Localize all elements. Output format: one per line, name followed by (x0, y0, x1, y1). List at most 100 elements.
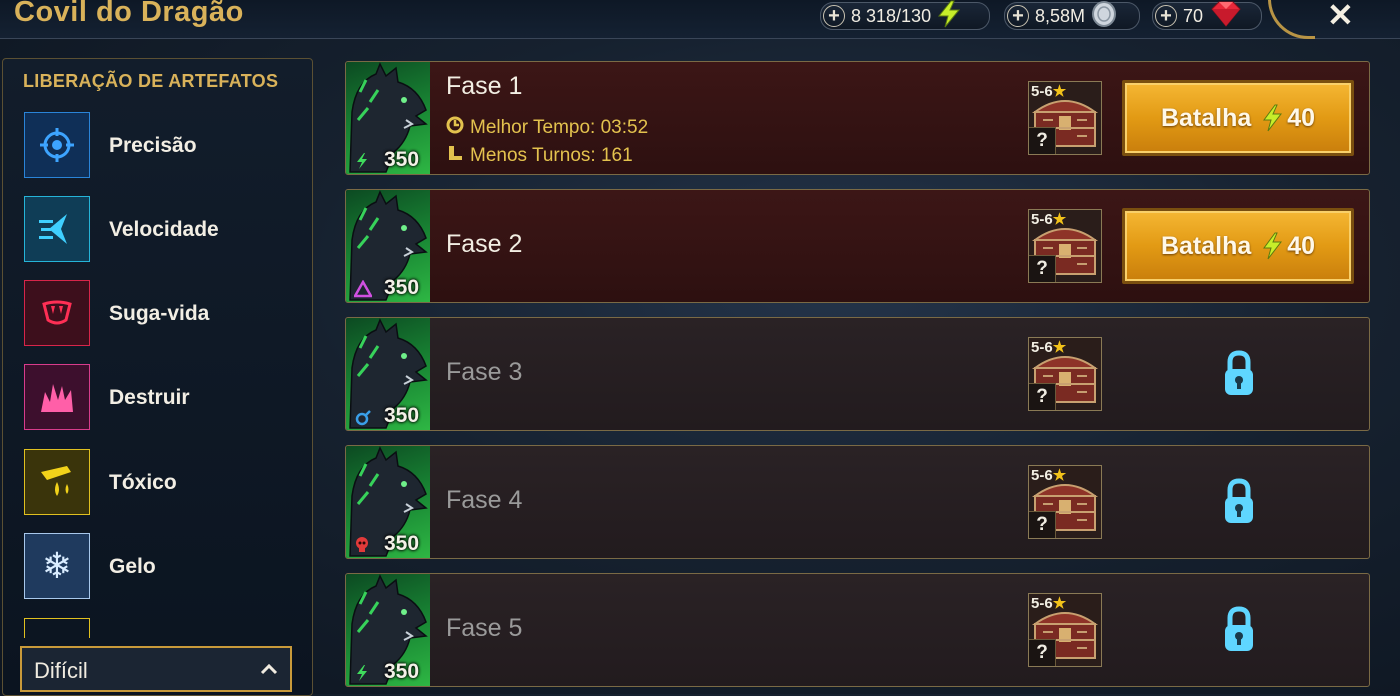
lock-icon (1222, 350, 1256, 403)
top-bar: Covil do Dragão + 8 318/130 + 8,58M + 70… (0, 0, 1400, 39)
force-icon (354, 408, 372, 430)
stage-row[interactable]: 350 Fase 1 Melhor Tempo: 03:52 Menos Tur… (345, 61, 1370, 175)
sidebar-item-label: Destruir (109, 386, 190, 409)
add-silver-button[interactable]: + (1007, 5, 1029, 27)
page-title: Covil do Dragão (14, 0, 244, 28)
add-gems-button[interactable]: + (1155, 5, 1177, 27)
reward-unknown: ? (1029, 511, 1056, 538)
reward-unknown: ? (1029, 255, 1056, 282)
chevron-up-icon (260, 658, 278, 685)
stage-power: 350 (384, 404, 420, 427)
stage-row[interactable]: 350 Fase 5 5-6★ ? (345, 573, 1370, 687)
best-time: Melhor Tempo: 03:52 (446, 116, 648, 140)
reward-chest[interactable]: 5-6★ ? (1028, 593, 1102, 667)
reward-stars: 5-6★ (1031, 211, 1067, 228)
reward-unknown: ? (1029, 383, 1056, 410)
stage-row[interactable]: 350 Fase 2 5-6★ ? Batalha 40 (345, 189, 1370, 303)
reward-stars: 5-6★ (1031, 595, 1067, 612)
sidebar-item-velocidade[interactable]: Velocidade (24, 196, 304, 264)
stage-power: 350 (384, 148, 420, 171)
ruby-icon (1208, 0, 1244, 33)
lifesteal-icon (24, 280, 90, 346)
energy-icon (936, 0, 962, 33)
close-icon[interactable]: ✕ (1327, 0, 1354, 34)
magic-bolt-icon (354, 152, 370, 174)
sidebar-item-label: Tóxico (109, 471, 177, 494)
star-icon: ★ (1052, 339, 1067, 356)
snowflake-icon: ❄ (24, 533, 90, 599)
fewest-turns-text: Menos Turnos: 161 (470, 145, 633, 166)
stage-name: Fase 5 (446, 614, 523, 642)
energy-value: 8 318/130 (851, 5, 932, 26)
fewest-turns: Menos Turnos: 161 (446, 144, 633, 168)
decorative-arc (1268, 0, 1315, 39)
dragon-portrait: 350 (346, 574, 430, 686)
magic-bolt-icon (354, 664, 370, 686)
skull-icon (354, 536, 370, 558)
sidebar-item-label: Gelo (109, 555, 156, 578)
star-icon: ★ (1052, 467, 1067, 484)
reward-unknown: ? (1029, 639, 1056, 666)
battle-label: Batalha (1160, 103, 1252, 132)
reward-unknown: ? (1029, 127, 1056, 154)
sidebar-item-label: Precisão (109, 134, 197, 157)
stage-name: Fase 4 (446, 486, 523, 514)
energy-icon (1261, 104, 1283, 132)
clock-icon (446, 116, 470, 140)
sidebar-item-label: Velocidade (109, 218, 219, 241)
battle-button[interactable]: Batalha 40 (1122, 208, 1354, 284)
energy-counter[interactable]: + 8 318/130 (820, 0, 990, 33)
sidebar-item-toxico[interactable]: Tóxico (24, 449, 304, 517)
lock-icon (1222, 606, 1256, 659)
reward-chest[interactable]: 5-6★ ? (1028, 209, 1102, 283)
gem-value: 70 (1183, 5, 1204, 26)
reward-chest[interactable]: 5-6★ ? (1028, 465, 1102, 539)
reward-stars: 5-6★ (1031, 467, 1067, 484)
battle-cost: 40 (1287, 231, 1316, 260)
dragon-portrait: 350 (346, 318, 430, 430)
crosshair-icon (24, 112, 90, 178)
stage-power: 350 (384, 660, 420, 683)
sidebar-item-precisao[interactable]: Precisão (24, 112, 304, 180)
star-icon: ★ (1052, 83, 1067, 100)
triangle-icon (352, 279, 374, 302)
sidebar-item-suga-vida[interactable]: Suga-vida (24, 280, 304, 348)
reward-stars: 5-6★ (1031, 339, 1067, 356)
silver-counter[interactable]: + 8,58M (1004, 0, 1140, 33)
silver-value: 8,58M (1035, 5, 1086, 26)
battle-label: Batalha (1160, 231, 1252, 260)
dragon-portrait: 350 (346, 190, 430, 302)
sidebar-item-gelo[interactable]: ❄ Gelo (24, 533, 304, 601)
reward-chest[interactable]: 5-6★ ? (1028, 81, 1102, 155)
stage-power: 350 (384, 532, 420, 555)
star-icon: ★ (1052, 211, 1067, 228)
stage-name: Fase 1 (446, 72, 523, 100)
sidebar-item-label: Suga-vida (109, 302, 210, 325)
stage-row[interactable]: 350 Fase 4 5-6★ ? (345, 445, 1370, 559)
battle-button[interactable]: Batalha 40 (1122, 80, 1354, 156)
gem-counter[interactable]: + 70 (1152, 0, 1262, 33)
reward-chest[interactable]: 5-6★ ? (1028, 337, 1102, 411)
stage-row[interactable]: 350 Fase 3 5-6★ ? (345, 317, 1370, 431)
sidebar-item-partial[interactable] (24, 618, 90, 638)
stage-power: 350 (384, 276, 420, 299)
reward-stars: 5-6★ (1031, 83, 1067, 100)
energy-icon (1261, 232, 1283, 260)
silver-coin-icon (1090, 0, 1118, 33)
lock-icon (1222, 478, 1256, 531)
destroy-icon (24, 364, 90, 430)
sidebar-item-destruir[interactable]: Destruir (24, 364, 304, 432)
toxic-icon (24, 449, 90, 515)
difficulty-value: Difícil (34, 658, 88, 683)
speed-icon (24, 196, 90, 262)
sidebar-heading: LIBERAÇÃO DE ARTEFATOS (23, 71, 279, 91)
dragon-portrait: 350 (346, 446, 430, 558)
best-time-text: Melhor Tempo: 03:52 (470, 117, 649, 138)
star-icon: ★ (1052, 595, 1067, 612)
add-energy-button[interactable]: + (823, 5, 845, 27)
difficulty-dropdown[interactable]: Difícil (20, 646, 292, 692)
turns-icon (446, 144, 470, 168)
dragon-portrait: 350 (346, 62, 430, 174)
stage-name: Fase 2 (446, 230, 523, 258)
battle-cost: 40 (1287, 103, 1316, 132)
